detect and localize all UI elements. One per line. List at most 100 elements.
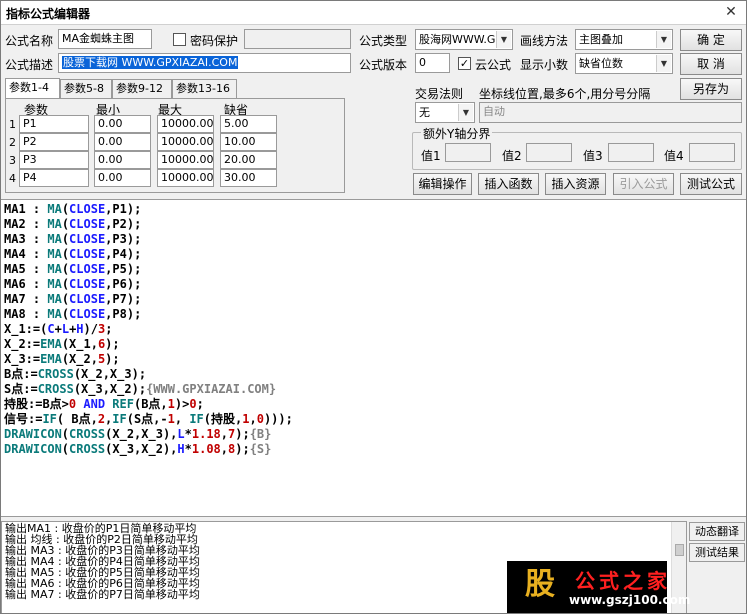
param-min-input[interactable]: 0.00	[94, 133, 151, 151]
code-line[interactable]: X_1:=(C+L+H)/3;	[4, 322, 746, 337]
param-name-input[interactable]: P1	[19, 115, 89, 133]
code-line[interactable]: MA6 : MA(CLOSE,P6);	[4, 277, 746, 292]
param-max-input[interactable]: 10000.00	[157, 115, 214, 133]
draw-label: 画线方法	[520, 34, 569, 48]
yaxis-group-title: 额外Y轴分界	[421, 125, 493, 142]
code-line[interactable]: DRAWICON(CROSS(X_3,X_2),H*1.08,8);{S}	[4, 442, 746, 457]
edit-op-button[interactable]: 编辑操作	[413, 173, 472, 195]
logo-name: 公式之家	[575, 569, 671, 593]
insert-res-button[interactable]: 插入资源	[545, 173, 606, 195]
yaxis-input-4[interactable]	[689, 143, 735, 162]
param-default-input[interactable]: 20.00	[220, 151, 277, 169]
tab-params-13-16[interactable]: 参数13-16	[172, 79, 237, 98]
param-name-input[interactable]: P3	[19, 151, 89, 169]
param-default-input[interactable]: 10.00	[220, 133, 277, 151]
yaxis-group: 额外Y轴分界 值1 值2 值3 值4	[412, 125, 742, 170]
param-min-input[interactable]: 0.00	[94, 115, 151, 133]
param-row-index: 2	[9, 136, 16, 149]
param-min-input[interactable]: 0.00	[94, 169, 151, 187]
code-line[interactable]: X_2:=EMA(X_1,6);	[4, 337, 746, 352]
close-icon[interactable]: ✕	[722, 3, 740, 21]
test-formula-button[interactable]: 测试公式	[680, 173, 742, 195]
code-line[interactable]: MA7 : MA(CLOSE,P7);	[4, 292, 746, 307]
yaxis-input-2[interactable]	[526, 143, 572, 162]
type-value: 股海网WWW.GU	[419, 33, 504, 46]
window-title: 指标公式编辑器	[6, 7, 91, 21]
coord-label: 坐标线位置,最多6个,用分号分隔	[479, 87, 651, 101]
desc-input[interactable]: 股票下载网 WWW.GPXIAZAI.COM	[58, 53, 351, 73]
code-line[interactable]: X_3:=EMA(X_2,5);	[4, 352, 746, 367]
yaxis-label-1: 值1	[421, 149, 441, 163]
decimals-value: 缺省位数	[579, 57, 623, 70]
desc-selected-text: 股票下载网 WWW.GPXIAZAI.COM	[62, 56, 239, 69]
desc-label: 公式描述	[5, 58, 54, 72]
import-formula-button[interactable]: 引入公式	[613, 173, 674, 195]
chevron-down-icon: ▼	[656, 31, 671, 48]
trade-rule-value: 无	[419, 106, 430, 119]
chevron-down-icon: ▼	[496, 31, 511, 48]
params-panel: 参数 最小 最大 缺省 1 P1 0.00 10000.00 5.00 2 P2…	[5, 98, 345, 193]
param-min-input[interactable]: 0.00	[94, 151, 151, 169]
code-line[interactable]: MA4 : MA(CLOSE,P4);	[4, 247, 746, 262]
version-label: 公式版本	[359, 58, 408, 72]
cloud-label: 云公式	[475, 58, 512, 72]
password-checkbox[interactable]	[173, 33, 186, 46]
version-input[interactable]: 0	[415, 53, 450, 73]
chevron-down-icon: ▼	[458, 104, 473, 121]
code-line[interactable]: MA3 : MA(CLOSE,P3);	[4, 232, 746, 247]
type-label: 公式类型	[359, 34, 408, 48]
code-line[interactable]: 信号:=IF( B点,2,IF(S点,-1, IF(持股,1,0)));	[4, 412, 746, 427]
formula-code-editor[interactable]: MA1 : MA(CLOSE,P1); MA2 : MA(CLOSE,P2); MA…	[1, 199, 746, 517]
yaxis-label-4: 值4	[664, 149, 684, 163]
param-max-input[interactable]: 10000.00	[157, 151, 214, 169]
name-label: 公式名称	[5, 34, 54, 48]
param-name-input[interactable]: P4	[19, 169, 89, 187]
cloud-checkbox[interactable]: ✓	[458, 57, 471, 70]
formula-editor-window: 指标公式编辑器 ✕ 公式名称 MA金蜘蛛主图 密码保护 公式类型 股海网WWW.…	[0, 0, 747, 614]
param-default-input[interactable]: 30.00	[220, 169, 277, 187]
tab-params-1-4[interactable]: 参数1-4	[5, 78, 60, 99]
cancel-button[interactable]: 取 消	[680, 53, 742, 75]
param-max-input[interactable]: 10000.00	[157, 133, 214, 151]
code-line[interactable]: DRAWICON(CROSS(X_2,X_3),L*1.18,7);{B}	[4, 427, 746, 442]
tab-params-5-8[interactable]: 参数5-8	[60, 79, 112, 98]
password-label: 密码保护	[190, 34, 239, 48]
param-name-input[interactable]: P2	[19, 133, 89, 151]
save-as-button[interactable]: 另存为	[680, 78, 742, 100]
yaxis-input-1[interactable]	[445, 143, 491, 162]
watermark-logo: 股 公式之家 www.gszj100.com	[507, 561, 690, 613]
ok-button[interactable]: 确 定	[680, 29, 742, 51]
logo-glyph: 股	[525, 567, 555, 602]
yaxis-input-3[interactable]	[608, 143, 654, 162]
tab-params-9-12[interactable]: 参数9-12	[112, 79, 172, 98]
scrollbar-thumb[interactable]	[675, 544, 684, 556]
insert-func-button[interactable]: 插入函数	[478, 173, 539, 195]
yaxis-label-2: 值2	[502, 149, 522, 163]
param-row-index: 4	[9, 172, 16, 185]
coord-input[interactable]: 自动	[479, 102, 742, 123]
code-line[interactable]: B点:=CROSS(X_2,X_3);	[4, 367, 746, 382]
test-result-button[interactable]: 测试结果	[689, 543, 745, 562]
dynamic-translate-button[interactable]: 动态翻译	[689, 522, 745, 541]
code-line[interactable]: MA2 : MA(CLOSE,P2);	[4, 217, 746, 232]
decimals-label: 显示小数	[520, 58, 569, 72]
param-max-input[interactable]: 10000.00	[157, 169, 214, 187]
code-line[interactable]: MA5 : MA(CLOSE,P5);	[4, 262, 746, 277]
name-input[interactable]: MA金蜘蛛主图	[58, 29, 152, 49]
draw-select[interactable]: 主图叠加 ▼	[575, 29, 673, 50]
param-default-input[interactable]: 5.00	[220, 115, 277, 133]
decimals-select[interactable]: 缺省位数 ▼	[575, 53, 673, 74]
code-line[interactable]: S点:=CROSS(X_3,X_2);{WWW.GPXIAZAI.COM}	[4, 382, 746, 397]
title-bar: 指标公式编辑器 ✕	[1, 1, 746, 25]
code-line[interactable]: 持股:=B点>0 AND REF(B点,1)>0;	[4, 397, 746, 412]
trade-rule-select[interactable]: 无 ▼	[415, 102, 475, 123]
type-select[interactable]: 股海网WWW.GU ▼	[415, 29, 513, 50]
draw-value: 主图叠加	[579, 33, 623, 46]
logo-url: www.gszj100.com	[569, 593, 691, 607]
param-row-index: 3	[9, 154, 16, 167]
trade-rule-label: 交易法则	[415, 87, 464, 101]
code-line[interactable]: MA8 : MA(CLOSE,P8);	[4, 307, 746, 322]
password-input[interactable]	[244, 29, 351, 49]
code-line[interactable]: MA1 : MA(CLOSE,P1);	[4, 202, 746, 217]
param-row-index: 1	[9, 118, 16, 131]
